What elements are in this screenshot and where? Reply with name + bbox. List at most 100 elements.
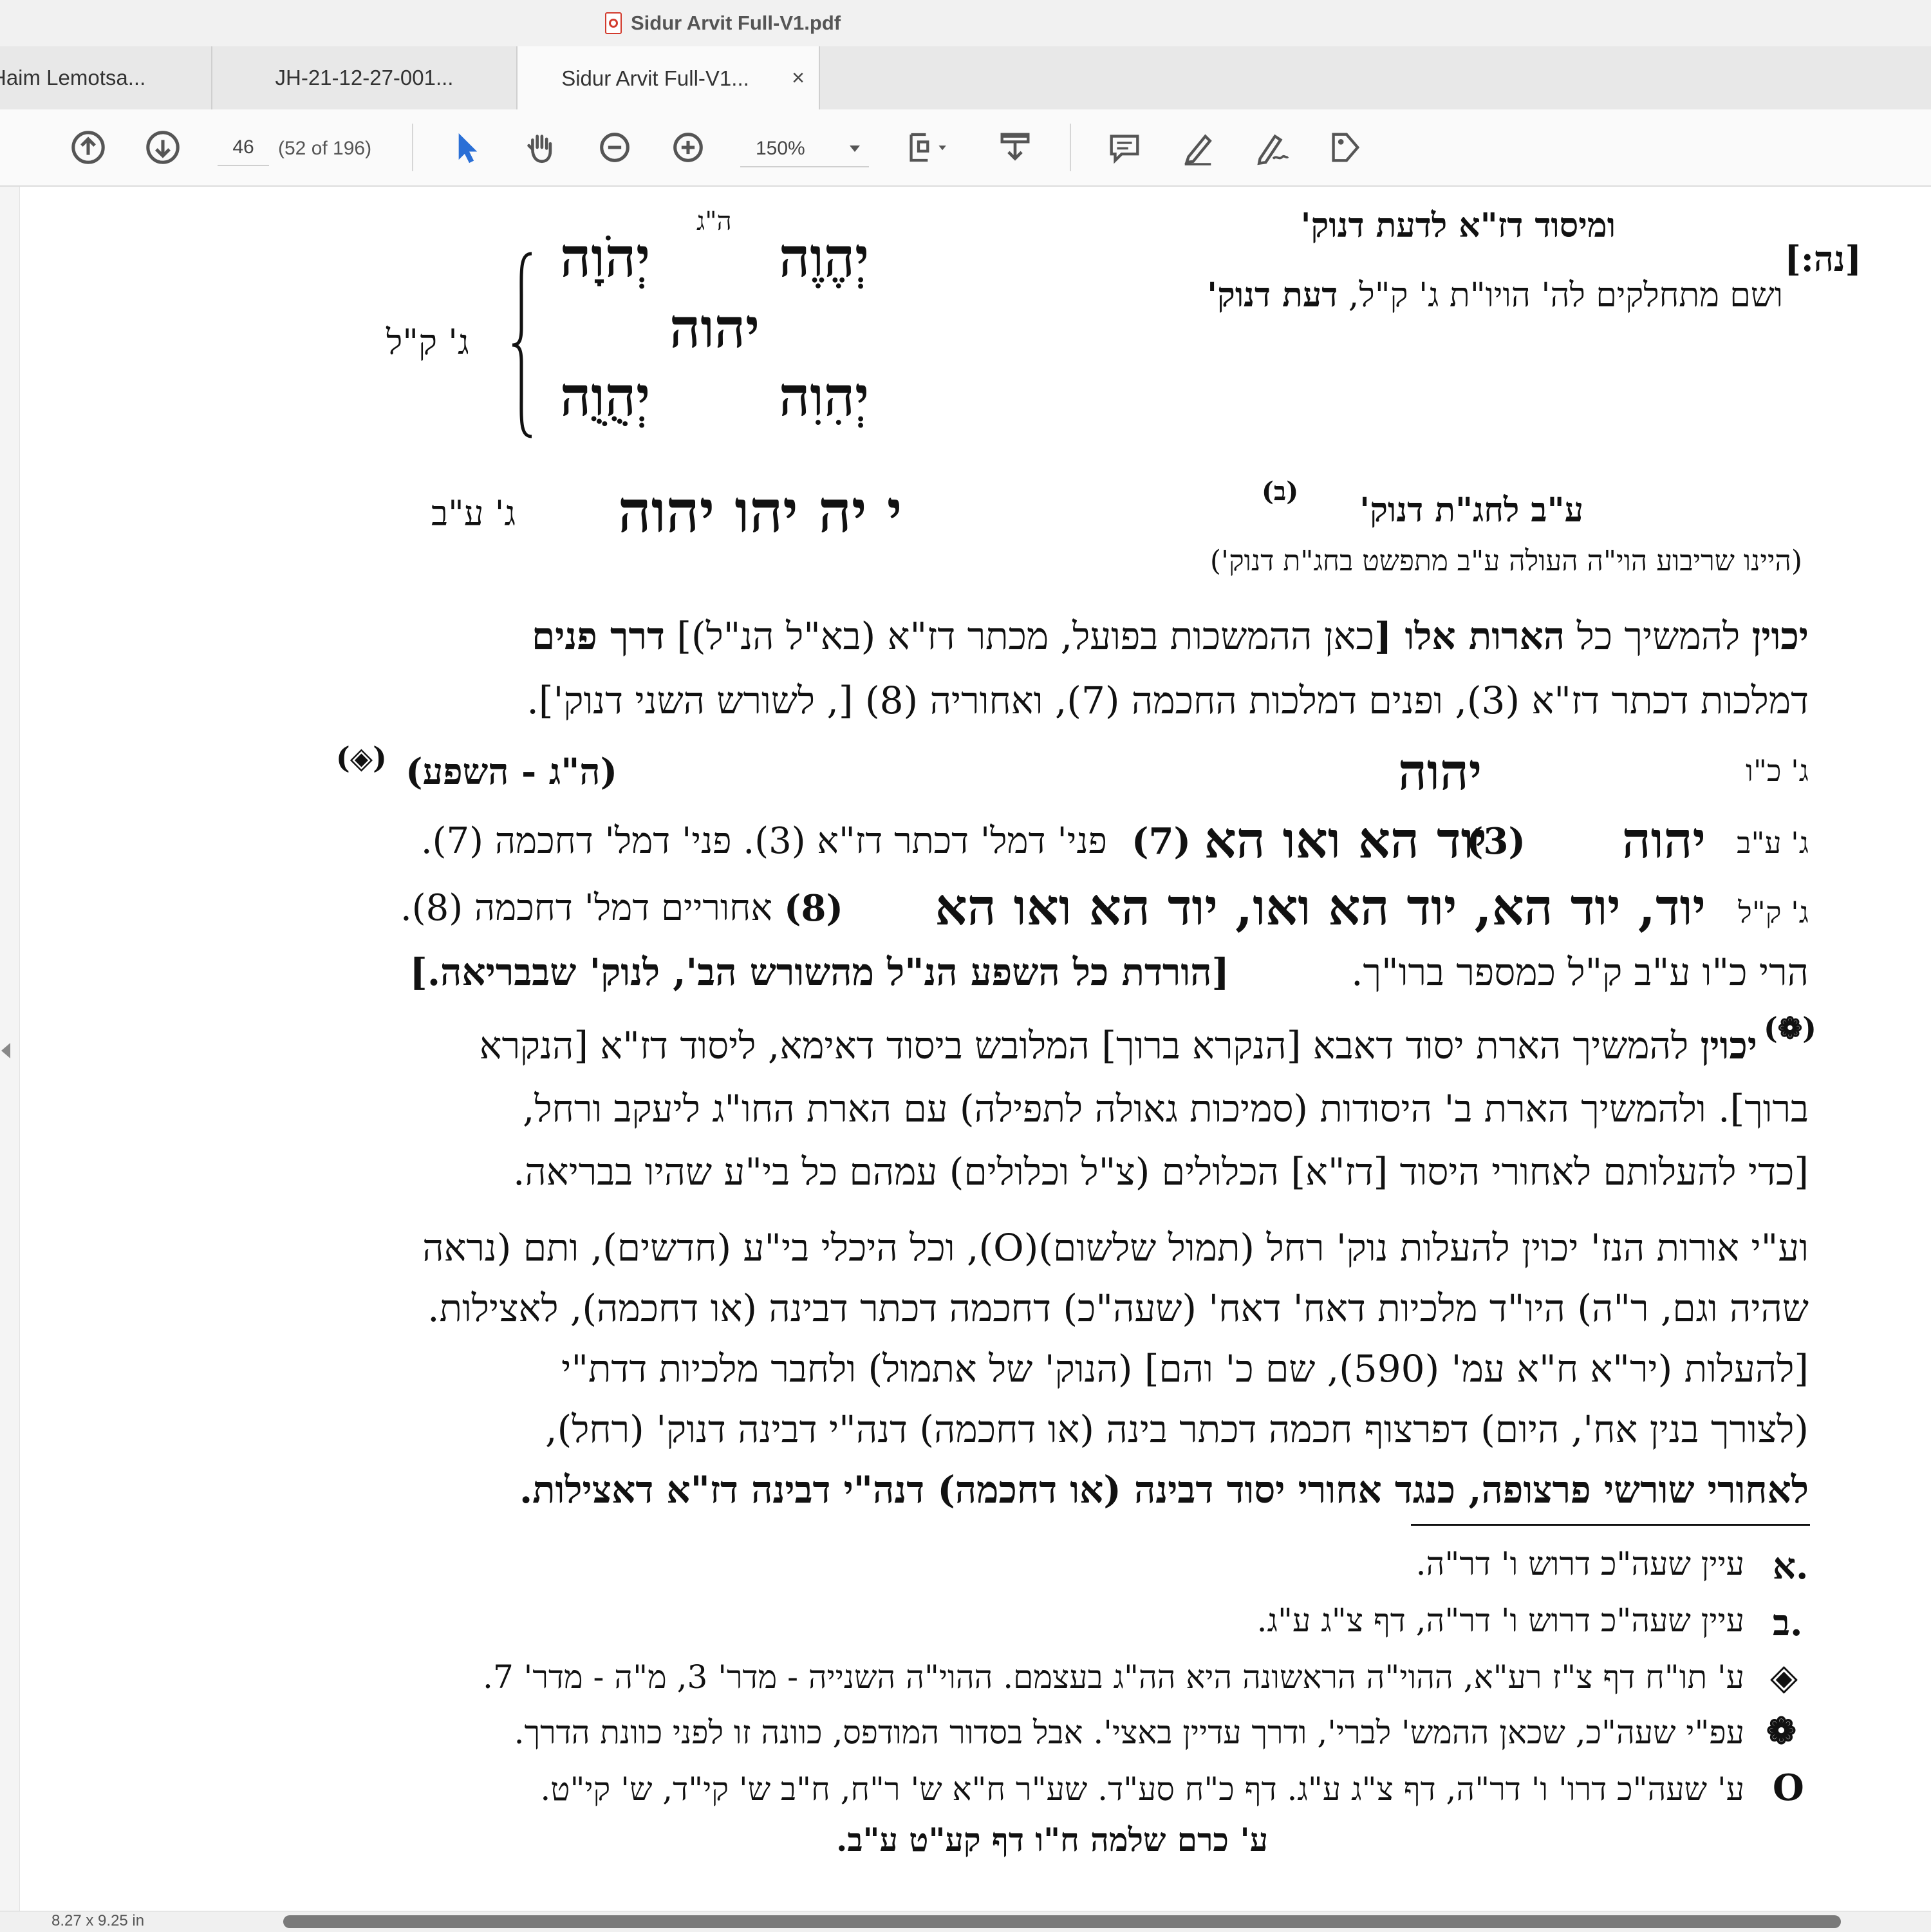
- paragraph-3-line-4: (לצורך בנין אח', היום) דפרצוף חכמה דכתר …: [545, 1407, 1809, 1451]
- yhvh-bottom-left: יְהֻוֻה: [560, 364, 651, 428]
- select-arrow-icon: [458, 133, 478, 164]
- paragraph-2-line-1: יכוין להמשיך הארת יסוד דאבא [הנקרא ברוך]…: [480, 1024, 1757, 1067]
- flower-note-mark: (❁): [1764, 1011, 1817, 1046]
- yhvh-bottom-right: יְהִוִה: [779, 364, 870, 428]
- zoom-value: 150%: [756, 138, 805, 159]
- status-bar: 8.27 x 9.25 in: [0, 1911, 1931, 1932]
- paragraph-3-line-3: [להעלות (יר"א ח"א עמ' (590), שם כ' והם] …: [561, 1347, 1809, 1391]
- gab-label: ג' ע"ב: [431, 493, 516, 534]
- download-button[interactable]: [995, 127, 1035, 167]
- hari-line-bracket: [הורדת כל השפע הנ"ל מהשורש הב', לנוק' שב…: [409, 950, 1229, 994]
- hari-line: הרי כ"ו ע"ב ק"ל כמספר ברו"ך.: [1351, 950, 1809, 994]
- arrow-up-circle-icon: [71, 131, 105, 164]
- comment-icon: [1110, 135, 1139, 164]
- tab-haim-lemotsa[interactable]: Haim Lemotsa...: [0, 46, 212, 109]
- zoom-select[interactable]: 150%: [740, 131, 869, 167]
- ab-note-mark: (ב): [1262, 476, 1299, 507]
- chevron-left-icon[interactable]: [1, 1043, 10, 1058]
- heading-line-1: ומיסוד דז"א לדעת דנוק': [1300, 206, 1616, 245]
- page-number-input[interactable]: [218, 130, 269, 166]
- highlight-button[interactable]: [1178, 127, 1218, 167]
- line-kl-text: אחוריים דמל' דחכמה (8).: [400, 887, 772, 929]
- paragraph-1-line-1: יכוין להמשיך כל הארות אלו [כאן ההמשכות ב…: [532, 614, 1809, 658]
- zoom-in-button[interactable]: [668, 127, 708, 167]
- diamond-icon: ◈: [1770, 1656, 1798, 1698]
- yechaven-word: יכוין: [1700, 1024, 1757, 1067]
- footnote-e-continuation: ע' כרם שלמה ח"ו דף קע"ט ע"ב.: [836, 1821, 1268, 1859]
- side-panel-edge[interactable]: [0, 187, 20, 1911]
- line-kl-spelled: יוד, יוד הא, יוד הא ואו, יוד הא ואו הא: [935, 878, 1706, 937]
- p1-l1c: הארות אלו [: [1374, 614, 1565, 658]
- footnote-c: ע' תו"ח דף צ"ז רע"א, ההוי"ה הראשונה היא …: [483, 1658, 1744, 1696]
- p1-l1e: (בא"ל הנ"ל)]: [676, 614, 876, 658]
- yhvh-middle: יהוה: [669, 296, 760, 360]
- tab-sidur-arvit[interactable]: Sidur Arvit Full-V1... ×: [518, 46, 820, 110]
- ribua-letters: י יה יהו יהוה: [618, 478, 902, 546]
- select-tool-button[interactable]: [447, 127, 487, 167]
- footnote-a: עיין שעה"כ דרוש ו' דר"ה.: [1415, 1545, 1744, 1582]
- diamond-note-mark: (◈): [336, 740, 387, 775]
- sign-button[interactable]: [1251, 127, 1291, 167]
- zoom-out-icon: [600, 133, 630, 162]
- title-wrap: Sidur Arvit Full-V1.pdf: [605, 8, 841, 39]
- sign-icon: [1257, 134, 1289, 165]
- footnote-d: עפ"י שעה"כ, שכאן ההמש' לברי', ודרך עדיין…: [514, 1714, 1744, 1751]
- paragraph-3-line-5: לאחורי שורשי פרצופה, כנגד אחורי יסוד דבי…: [519, 1468, 1809, 1512]
- toolbar: (52 of 196) 150%: [0, 109, 1931, 187]
- close-tab-button[interactable]: ×: [792, 66, 805, 91]
- document-viewport[interactable]: [נה:] ומיסוד דז"א לדעת דנוק' ושם מתחלקים…: [0, 187, 1931, 1911]
- heading-line-2a: ושם מתחלקים לה' הויו"ת ג' ק"ל,: [1348, 276, 1783, 315]
- gkv-label: ג' כ"ו: [1746, 753, 1809, 788]
- previous-page-button[interactable]: [68, 127, 108, 167]
- title-bar: Sidur Arvit Full-V1.pdf: [0, 0, 1931, 47]
- hand-tool-button[interactable]: [520, 127, 560, 167]
- p1-l1d: כאן ההמשכות בפועל, מכתר דז"א: [887, 614, 1374, 658]
- paragraph-2-line-2: ברוך]. ולהמשיך הארת ב' היסודות (סמיכות ג…: [522, 1087, 1809, 1130]
- page-count: (52 of 196): [278, 138, 372, 159]
- download-icon: [1000, 133, 1030, 161]
- fit-page-button[interactable]: [902, 127, 960, 167]
- paragraph-1-line-2: דמלכות דכתר דז"א (3), ופנים דמלכות החכמה…: [527, 679, 1809, 722]
- page-reference: [נה:]: [1784, 238, 1861, 279]
- tab-jh-21-12-27[interactable]: JH-21-12-27-001...: [212, 46, 518, 109]
- footnote-rule: [1411, 1524, 1810, 1526]
- highlight-pen-icon: [1184, 134, 1212, 165]
- window-title: Sidur Arvit Full-V1.pdf: [631, 12, 841, 34]
- line-ab-spelled: יוד הא ואו הא: [1204, 811, 1487, 870]
- p2-l1b: להמשיך הארת יסוד דאבא [הנקרא ברוך] המלוב…: [479, 1024, 1689, 1067]
- gk-label: ג' ק"ל: [386, 322, 469, 362]
- p1-l1b: להמשיך כל: [1576, 614, 1740, 658]
- tab-label: Haim Lemotsa...: [0, 66, 146, 89]
- horizontal-scrollbar[interactable]: [283, 1915, 1841, 1928]
- paragraph-3-line-1: וע"י אורות הנז' יכוין להעלות נוק' רחל (ת…: [422, 1226, 1809, 1270]
- flower-icon: ❁: [1766, 1710, 1796, 1752]
- next-page-button[interactable]: [143, 127, 183, 167]
- pdf-file-icon: [605, 12, 622, 34]
- yhvh-top-left: יְהֹוָה: [560, 225, 651, 289]
- arrow-down-circle-icon: [146, 131, 180, 164]
- paragraph-2-line-3: [כדי להעלותם לאחורי היסוד [דז"א] הכלולים…: [512, 1150, 1809, 1194]
- circle-o-icon: O: [1773, 1767, 1804, 1809]
- hg-label: ה"ג: [696, 207, 732, 236]
- line-kl-label: ג' ק"ל: [1738, 895, 1809, 930]
- hg-shefa: (ה"ג - השפע): [406, 751, 618, 793]
- line-ab-text: פני' דמל' דכתר דז"א (3). פני' דמל' דחכמה…: [420, 820, 1107, 862]
- yhvh-center: יהוה: [1398, 743, 1482, 802]
- comment-button[interactable]: [1105, 127, 1144, 167]
- yhvh-top-right: יְהֶוֶה: [779, 225, 870, 289]
- heading-line-2: ושם מתחלקים לה' הויו"ת ג' ק"ל, דעת דנוק': [1207, 276, 1783, 315]
- zoom-out-button[interactable]: [595, 127, 635, 167]
- toolbar-separator: [1070, 124, 1071, 171]
- line-ab-label: ג' ע"ב: [1737, 825, 1809, 860]
- footnote-b: עיין שעה"כ דרוש ו' דר"ה, דף צ"ג ע"ג.: [1256, 1602, 1744, 1639]
- paragraph-3-line-2: שהיה וגם, ר"ה) היו"ד מלכיות דאח' דאח' (ש…: [427, 1286, 1809, 1330]
- heading-line-2b: דעת דנוק': [1207, 276, 1338, 315]
- line-kl-n8: (8): [784, 887, 843, 930]
- chevron-down-icon: [850, 145, 860, 152]
- footnote-e: ע' שעה"כ דרו' ו' דר"ה, דף צ"ג ע"ג. דף כ"…: [540, 1770, 1744, 1808]
- tab-bar: Haim Lemotsa... JH-21-12-27-001... Sidur…: [0, 46, 1931, 110]
- tag-button[interactable]: [1325, 127, 1365, 167]
- zoom-in-icon: [673, 133, 703, 162]
- hand-icon: [527, 135, 552, 164]
- page-size-label: 8.27 x 9.25 in: [51, 1912, 145, 1929]
